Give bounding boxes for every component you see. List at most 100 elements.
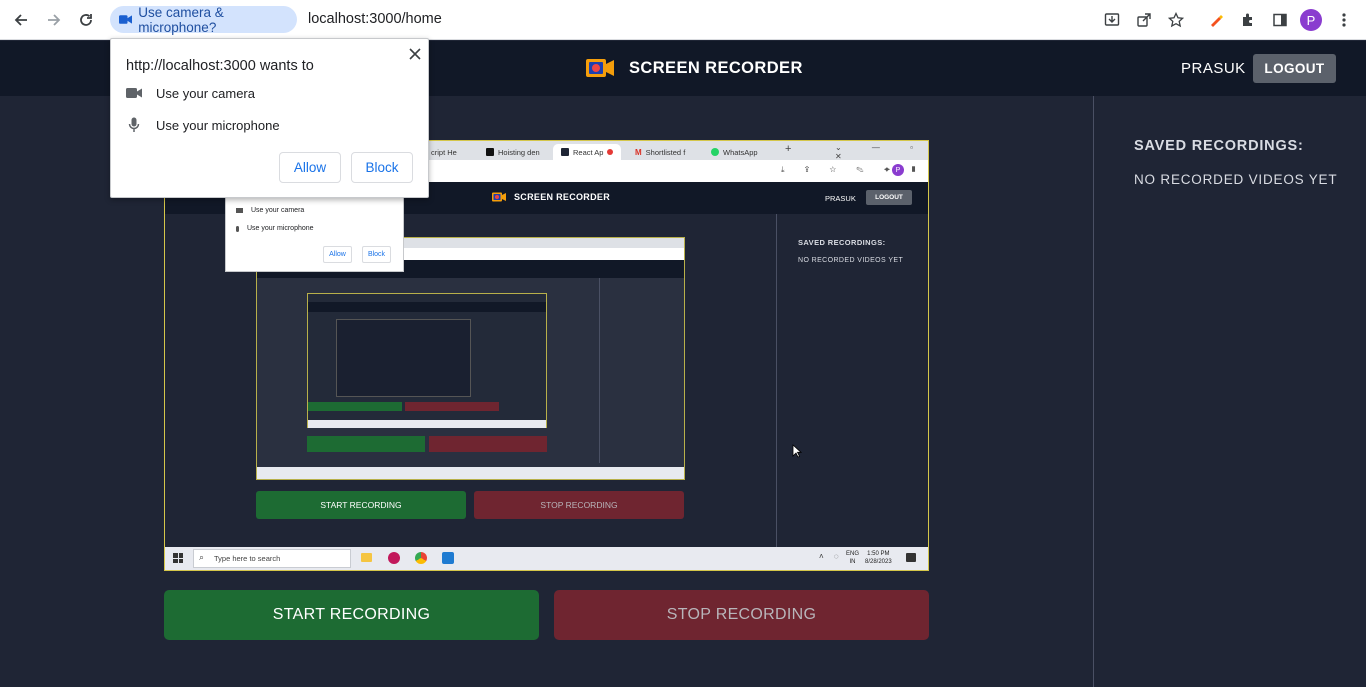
- preview-sidebar-empty: NO RECORDED VIDEOS YET: [798, 257, 904, 264]
- back-button[interactable]: [9, 8, 33, 32]
- app-purple-icon: [388, 552, 400, 564]
- preview-sidebar-title: SAVED RECORDINGS:: [798, 238, 886, 247]
- preview-permission-popup: Use your camera Use your microphone Allo…: [225, 192, 404, 272]
- bookmark-button[interactable]: [1164, 8, 1188, 32]
- preview-start-button: START RECORDING: [256, 491, 466, 519]
- preview-tab: Hoisting den: [478, 144, 553, 160]
- install-app-button[interactable]: [1100, 8, 1124, 32]
- windows-start-icon: [173, 553, 183, 563]
- kebab-menu-icon: [1342, 13, 1346, 27]
- preview-language: ENG IN: [846, 550, 859, 566]
- video-camera-logo-icon: [586, 59, 614, 77]
- block-button[interactable]: Block: [351, 152, 413, 183]
- popup-close-button[interactable]: [406, 45, 424, 63]
- vscode-icon: [442, 552, 454, 564]
- forward-arrow-icon: [48, 14, 61, 26]
- browser-menu-button[interactable]: [1332, 8, 1356, 32]
- recursive-inner-start: [308, 402, 402, 411]
- window-controls: ⌄ — ▫ ✕: [835, 143, 927, 161]
- preview-avatar: P: [892, 164, 904, 176]
- preview-allow-button: Allow: [323, 246, 352, 263]
- recursive-stop: [429, 436, 547, 452]
- preview-perm-camera-label: Use your camera: [251, 207, 305, 214]
- logout-button[interactable]: LOGOUT: [1253, 54, 1336, 83]
- preview-tab-label: Hoisting den: [498, 147, 540, 157]
- preview-taskbar: ⌕ Type here to search ˄ ◌ ENG IN 1:50 PM…: [165, 547, 928, 570]
- reload-button[interactable]: [74, 8, 98, 32]
- recursive-inner-header: [308, 302, 546, 312]
- tray-icons: ˄ ◌: [819, 552, 843, 561]
- preview-user-name: PRASUK: [825, 194, 856, 203]
- recursive-inner-stop: [405, 402, 499, 411]
- chrome-icon: [415, 552, 427, 564]
- side-panel-button[interactable]: [1268, 8, 1292, 32]
- search-icon: ⌕: [199, 552, 205, 562]
- forward-button[interactable]: [42, 8, 66, 32]
- preview-perm-mic: Use your microphone: [236, 225, 314, 232]
- profile-button[interactable]: P: [1299, 8, 1323, 32]
- preview-tab-label: cript He: [431, 147, 457, 157]
- recording-dot-icon: [607, 149, 614, 155]
- preview-taskbar-search-label: Type here to search: [214, 554, 281, 563]
- screen-preview: cript He Hoisting den React Ap M Shortli…: [164, 140, 929, 571]
- recursive-inner-content: [336, 319, 471, 397]
- permission-chip-label: Use camera & microphone?: [138, 4, 224, 35]
- tab-favicon-icon: [561, 148, 569, 156]
- clock-time: 1:50 PM: [867, 551, 890, 557]
- file-explorer-icon: [361, 553, 372, 562]
- mouse-cursor-icon: [792, 444, 802, 458]
- star-icon: [1168, 12, 1184, 28]
- recursive-taskbar: [257, 467, 684, 479]
- share-button[interactable]: [1132, 8, 1156, 32]
- allow-button[interactable]: Allow: [279, 152, 341, 183]
- microphone-permission-label: Use your microphone: [156, 117, 280, 133]
- camera-permission-label: Use your camera: [156, 85, 255, 101]
- stop-recording-button[interactable]: STOP RECORDING: [554, 590, 929, 640]
- puzzle-icon: [1243, 13, 1252, 26]
- preview-logo: SCREEN RECORDER: [491, 191, 610, 203]
- share-icon: [1137, 13, 1151, 27]
- preview-block-button: Block: [362, 246, 391, 263]
- preview-perm-mic-label: Use your microphone: [247, 225, 314, 232]
- close-icon: [409, 48, 421, 60]
- extensions-menu-button[interactable]: [1236, 8, 1260, 32]
- recursive-inner-taskbar: [308, 420, 546, 428]
- permission-popup: http://localhost:3000 wants to Use your …: [110, 38, 429, 198]
- preview-perm-camera: Use your camera: [236, 207, 304, 214]
- camera-icon: [119, 15, 133, 24]
- back-arrow-icon: [14, 14, 27, 26]
- address-bar[interactable]: localhost:3000/home: [308, 11, 442, 27]
- clock-date: 8/28/2023: [865, 559, 892, 565]
- app-title: SCREEN RECORDER: [629, 58, 803, 77]
- avatar: P: [1300, 9, 1322, 31]
- popup-title: http://localhost:3000 wants to: [126, 58, 314, 74]
- microphone-icon: [236, 225, 239, 232]
- lang-line-1: ENG: [846, 551, 860, 557]
- user-name: PRASUK: [1181, 60, 1246, 77]
- reload-icon: [80, 14, 92, 26]
- preview-tab-label: React Ap: [573, 147, 604, 157]
- preview-tab: cript He: [423, 144, 471, 160]
- whatsapp-icon: [711, 148, 719, 156]
- side-panel-icon: [1273, 13, 1287, 27]
- preview-tab: WhatsApp: [703, 144, 775, 160]
- install-icon: [1104, 13, 1120, 26]
- recursive-divider: [599, 278, 600, 463]
- permission-chip[interactable]: Use camera & microphone?: [110, 4, 297, 35]
- camera-icon: [126, 85, 142, 101]
- start-recording-button[interactable]: START RECORDING: [164, 590, 539, 640]
- preview-stop-button: STOP RECORDING: [474, 491, 684, 519]
- tab-favicon-icon: [486, 148, 494, 156]
- lang-line-2: IN: [849, 559, 856, 565]
- video-camera-logo-icon: [492, 192, 506, 202]
- preview-clock: 1:50 PM 8/28/2023: [865, 550, 892, 566]
- recursive-screen-preview: [256, 237, 685, 480]
- no-recordings-message: NO RECORDED VIDEOS YET: [1134, 172, 1338, 187]
- app-logo: SCREEN RECORDER: [585, 56, 803, 80]
- saved-recordings-title: SAVED RECORDINGS:: [1134, 138, 1304, 154]
- preview-tab-label: Shortlisted f: [645, 147, 686, 157]
- notification-icon: [906, 553, 916, 562]
- microphone-icon: [126, 117, 142, 133]
- preview-app-title: SCREEN RECORDER: [514, 192, 611, 202]
- extension-button[interactable]: [1204, 8, 1228, 32]
